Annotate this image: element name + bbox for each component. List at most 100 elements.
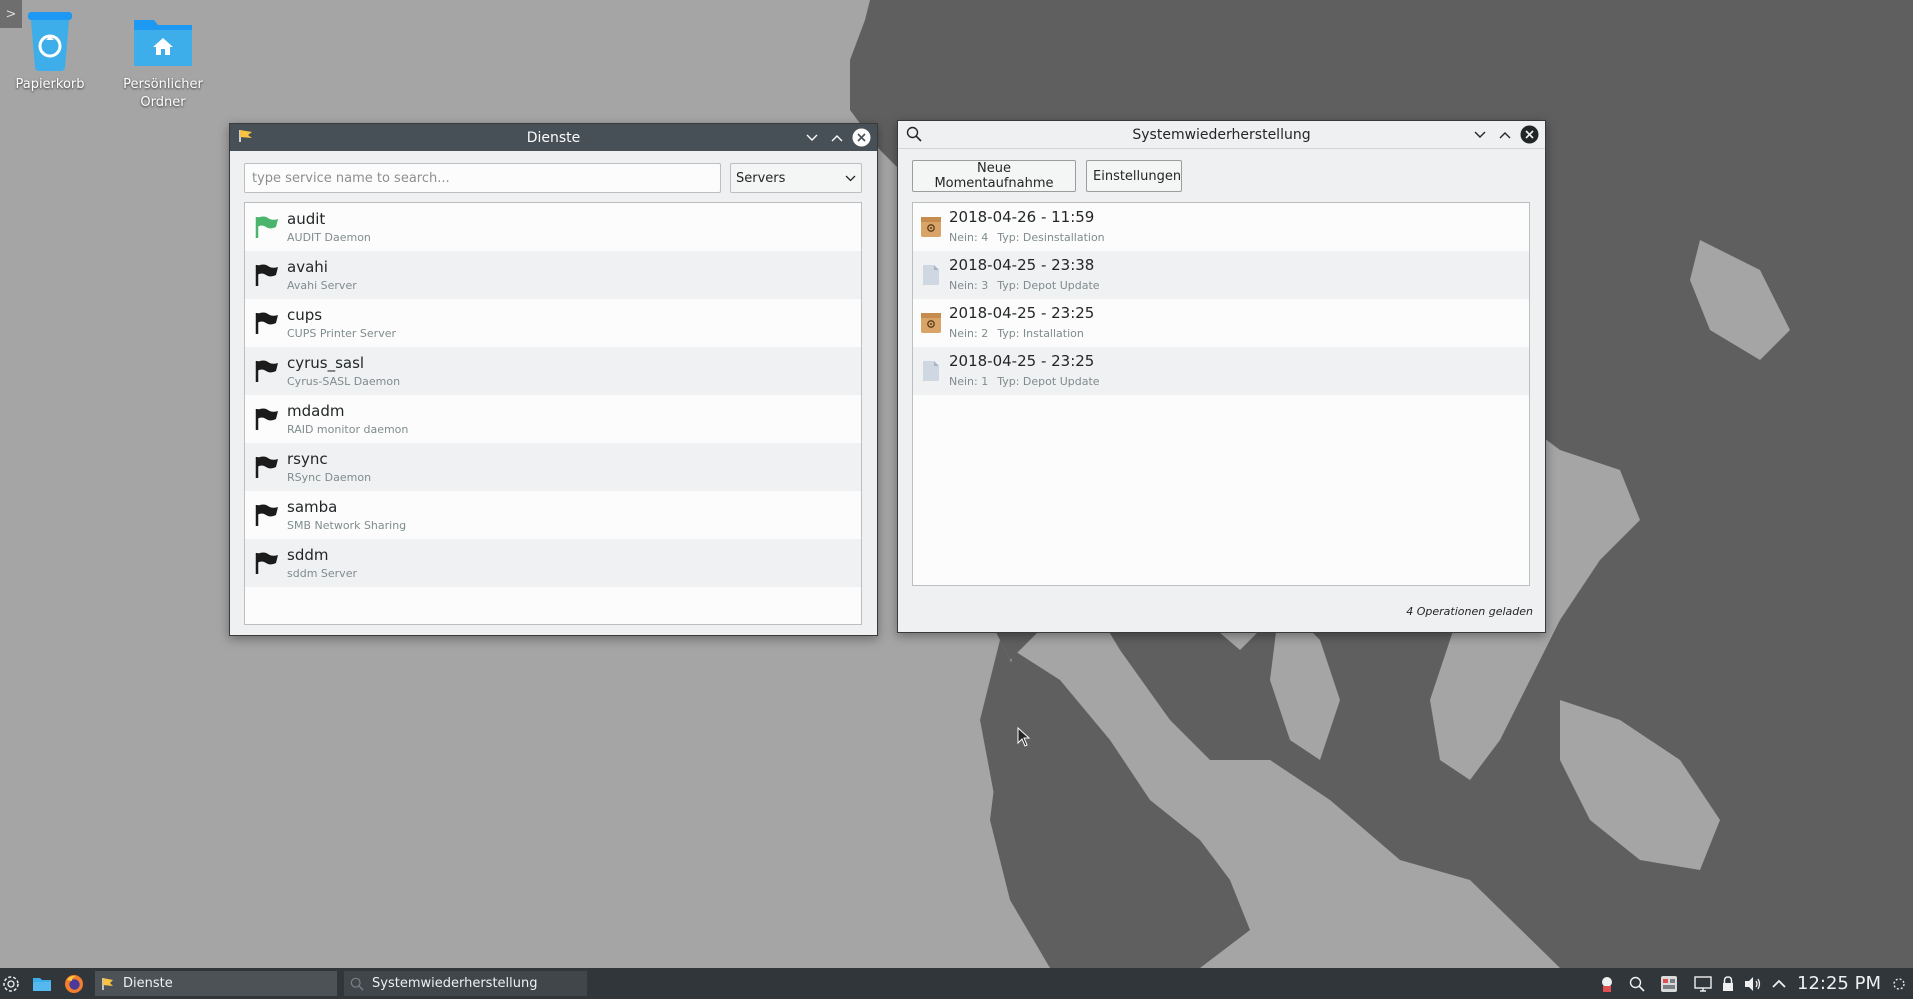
- new-snapshot-button[interactable]: Neue Momentaufnahme: [912, 160, 1076, 192]
- snapshot-number: Nein: 1: [949, 375, 989, 388]
- minimize-button[interactable]: [802, 128, 821, 147]
- service-description: AUDIT Daemon: [287, 231, 371, 244]
- lock-icon: [1723, 975, 1733, 991]
- maximize-button[interactable]: [1495, 125, 1514, 144]
- window-title: Dienste: [526, 129, 581, 146]
- document-icon: [923, 361, 939, 381]
- service-stopped-flag-icon: [255, 264, 278, 286]
- flag-icon: [102, 977, 113, 990]
- snapshot-meta: Nein: 3 Typ: Depot Update: [949, 279, 1100, 292]
- tray-vault[interactable]: [1596, 968, 1618, 999]
- package-icon: [921, 313, 941, 333]
- chevron-down-icon: [845, 175, 856, 181]
- service-name: mdadm: [287, 402, 345, 420]
- service-name: samba: [287, 498, 338, 516]
- service-description: Avahi Server: [287, 279, 357, 292]
- firefox-icon: [65, 974, 83, 993]
- service-name: cyrus_sasl: [287, 354, 365, 372]
- document-icon: [923, 265, 939, 285]
- snapshot-date: 2018-04-26 - 11:59: [949, 208, 1095, 226]
- close-button[interactable]: [852, 128, 871, 147]
- service-stopped-flag-icon: [255, 312, 278, 334]
- snapshot-row[interactable]: 2018-04-25 - 23:25 Nein: 1 Typ: Depot Upd…: [913, 347, 1529, 395]
- tray-lock[interactable]: [1717, 968, 1739, 999]
- service-search-input[interactable]: [244, 163, 721, 193]
- task-dienste[interactable]: Dienste: [95, 971, 337, 996]
- close-button[interactable]: [1520, 125, 1539, 144]
- service-row-samba[interactable]: samba SMB Network Sharing: [245, 491, 861, 539]
- settings-button[interactable]: Einstellungen: [1086, 160, 1182, 192]
- tray-volume[interactable]: [1741, 968, 1765, 999]
- service-stopped-flag-icon: [255, 552, 278, 574]
- service-row-audit[interactable]: audit AUDIT Daemon: [245, 203, 861, 251]
- service-running-flag-icon: [255, 216, 278, 238]
- service-row-sddm[interactable]: sddm sddm Server: [245, 539, 861, 587]
- snapshot-type: Typ: Installation: [997, 327, 1084, 340]
- snapshot-meta: Nein: 2 Typ: Installation: [949, 327, 1084, 340]
- minimize-button[interactable]: [1470, 125, 1489, 144]
- system-restore-titlebar[interactable]: Systemwiederherstellung: [898, 121, 1545, 149]
- service-row-rsync[interactable]: rsync RSync Daemon: [245, 443, 861, 491]
- updates-icon: [1661, 975, 1677, 992]
- application-launcher[interactable]: [0, 968, 22, 999]
- snapshot-date: 2018-04-25 - 23:25: [949, 352, 1095, 370]
- services-window: Dienste Servers audit AUDIT Daemon: [229, 123, 878, 636]
- system-restore-window: Systemwiederherstellung Neue Momentaufna…: [897, 120, 1546, 633]
- taskbar-clock[interactable]: 12:25 PM: [1797, 968, 1881, 999]
- service-stopped-flag-icon: [255, 360, 278, 382]
- panel-toolbox[interactable]: [1888, 968, 1910, 999]
- search-icon: [1629, 976, 1645, 992]
- snapshot-row[interactable]: 2018-04-25 - 23:38 Nein: 3 Typ: Depot Upd…: [913, 251, 1529, 299]
- chameleon-icon: [1602, 976, 1612, 992]
- speaker-icon: [1745, 976, 1761, 991]
- service-stopped-flag-icon: [255, 504, 278, 526]
- service-row-cups[interactable]: cups CUPS Printer Server: [245, 299, 861, 347]
- tray-display[interactable]: [1691, 968, 1715, 999]
- desktop-icon-label: Persönlicher Ordner: [123, 77, 203, 110]
- snapshot-number: Nein: 3: [949, 279, 989, 292]
- launcher-gear-icon: [3, 975, 19, 992]
- monitor-icon: [1694, 975, 1712, 992]
- close-icon: [852, 128, 871, 147]
- service-description: RAID monitor daemon: [287, 423, 409, 436]
- tray-search[interactable]: [1625, 968, 1649, 999]
- snapshot-list[interactable]: 2018-04-26 - 11:59 Nein: 4 Typ: Desinstal…: [912, 202, 1530, 586]
- service-stopped-flag-icon: [255, 408, 278, 430]
- panel-options-icon: [1893, 977, 1905, 990]
- task-label: Systemwiederherstellung: [372, 976, 538, 991]
- service-row-mdadm[interactable]: mdadm RAID monitor daemon: [245, 395, 861, 443]
- snapshot-row[interactable]: 2018-04-26 - 11:59 Nein: 4 Typ: Desinstal…: [913, 203, 1529, 251]
- service-stopped-flag-icon: [255, 456, 278, 478]
- snapshot-type: Typ: Desinstallation: [997, 231, 1105, 244]
- snapshot-number: Nein: 4: [949, 231, 989, 244]
- tray-software-updates[interactable]: [1657, 968, 1681, 999]
- search-icon: [350, 977, 364, 991]
- snapshot-row[interactable]: 2018-04-25 - 23:25 Nein: 2 Typ: Installat…: [913, 299, 1529, 347]
- services-list[interactable]: audit AUDIT Daemon avahi Avahi Server cu…: [244, 202, 862, 625]
- task-systemwiederherstellung[interactable]: Systemwiederherstellung: [344, 971, 587, 996]
- maximize-button[interactable]: [827, 128, 846, 147]
- snapshot-date: 2018-04-25 - 23:38: [949, 256, 1095, 274]
- service-row-cyrus-sasl[interactable]: cyrus_sasl Cyrus-SASL Daemon: [245, 347, 861, 395]
- chevron-up-icon: [831, 134, 842, 141]
- snapshot-meta: Nein: 1 Typ: Depot Update: [949, 375, 1100, 388]
- service-name: cups: [287, 306, 323, 324]
- taskbar-firefox[interactable]: [61, 968, 87, 999]
- service-filter-select[interactable]: Servers: [730, 163, 862, 193]
- mouse-cursor-icon: [1017, 727, 1031, 747]
- folder-icon: [33, 977, 51, 991]
- window-title: Systemwiederherstellung: [1132, 126, 1311, 143]
- services-window-titlebar[interactable]: Dienste: [230, 124, 877, 151]
- taskbar: Dienste Systemwiederherstellung 12:25 PM: [0, 968, 1913, 999]
- snapshot-meta: Nein: 4 Typ: Desinstallation: [949, 231, 1105, 244]
- chevron-up-icon: [1499, 131, 1510, 138]
- chevron-up-icon: [1772, 979, 1786, 988]
- search-icon: [906, 126, 922, 142]
- taskbar-file-manager[interactable]: [29, 968, 55, 999]
- desktop-icon-home-folder[interactable]: Persönlicher Ordner: [108, 8, 218, 112]
- desktop-icon-trash[interactable]: Papierkorb: [0, 8, 105, 94]
- desktop-icon-label: Papierkorb: [15, 77, 85, 92]
- service-row-avahi[interactable]: avahi Avahi Server: [245, 251, 861, 299]
- tray-expand[interactable]: [1767, 968, 1791, 999]
- service-description: Cyrus-SASL Daemon: [287, 375, 401, 388]
